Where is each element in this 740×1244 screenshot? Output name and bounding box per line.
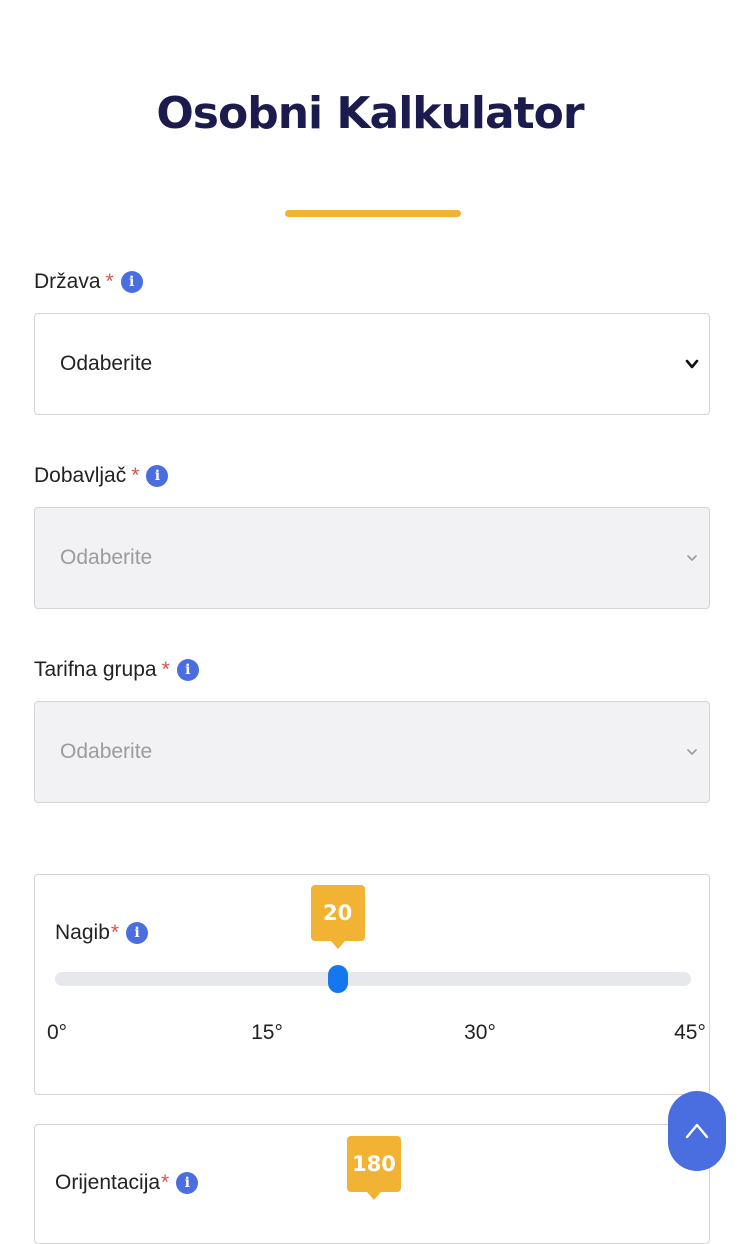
field-label-text: Država <box>34 270 101 293</box>
nagib-card: Nagib * i 20 0° 15° 30° 45° <box>34 874 710 1095</box>
field-label-text: Dobavljač <box>34 464 127 487</box>
slider-value-bubble: 180 <box>347 1136 401 1200</box>
slider-value-bubble: 20 <box>310 885 365 949</box>
tick-label: 15° <box>251 1021 283 1044</box>
required-mark: * <box>110 921 120 944</box>
slider-label-text: Orijentacija <box>55 1171 161 1194</box>
chevron-down-icon <box>687 555 697 561</box>
scroll-to-top-button[interactable] <box>668 1091 726 1171</box>
select-value: Odaberite <box>60 740 153 763</box>
dobavljac-select[interactable]: Odaberite <box>34 507 710 609</box>
field-label-tarifna-grupa: Tarifna grupa * i <box>34 658 199 682</box>
required-mark: * <box>105 270 114 293</box>
select-value: Odaberite <box>60 352 153 375</box>
required-mark: * <box>161 1171 170 1194</box>
page-title: Osobni Kalkulator <box>156 88 584 139</box>
field-label-text: Tarifna grupa <box>34 658 157 681</box>
chevron-down-icon <box>687 749 697 755</box>
info-icon[interactable]: i <box>146 465 169 487</box>
chevron-up-icon <box>685 1123 709 1139</box>
slider-label-orijentacija: Orijentacija * i <box>55 1171 199 1195</box>
nagib-slider-track[interactable] <box>55 972 691 986</box>
select-value: Odaberite <box>60 546 153 569</box>
nagib-slider-thumb[interactable] <box>327 965 348 993</box>
slider-label-text: Nagib <box>55 921 110 944</box>
field-label-drzava: Država * i <box>34 270 143 294</box>
required-mark: * <box>161 658 170 681</box>
info-icon[interactable]: i <box>120 271 143 293</box>
orijentacija-card: Orijentacija * i 180 <box>34 1124 710 1244</box>
info-icon[interactable]: i <box>126 922 149 944</box>
required-mark: * <box>131 464 140 487</box>
tick-label: 45° <box>674 1021 706 1044</box>
tick-label: 0° <box>46 1021 68 1044</box>
info-icon[interactable]: i <box>176 659 199 681</box>
drzava-select[interactable]: Odaberite <box>34 313 710 415</box>
tarifna-grupa-select[interactable]: Odaberite <box>34 701 710 803</box>
tick-label: 30° <box>464 1021 496 1044</box>
slider-label-nagib: Nagib * i <box>55 921 149 945</box>
chevron-down-icon <box>685 359 699 369</box>
info-icon[interactable]: i <box>176 1172 199 1194</box>
title-underline <box>285 210 461 217</box>
field-label-dobavljac: Dobavljač * i <box>34 464 169 488</box>
